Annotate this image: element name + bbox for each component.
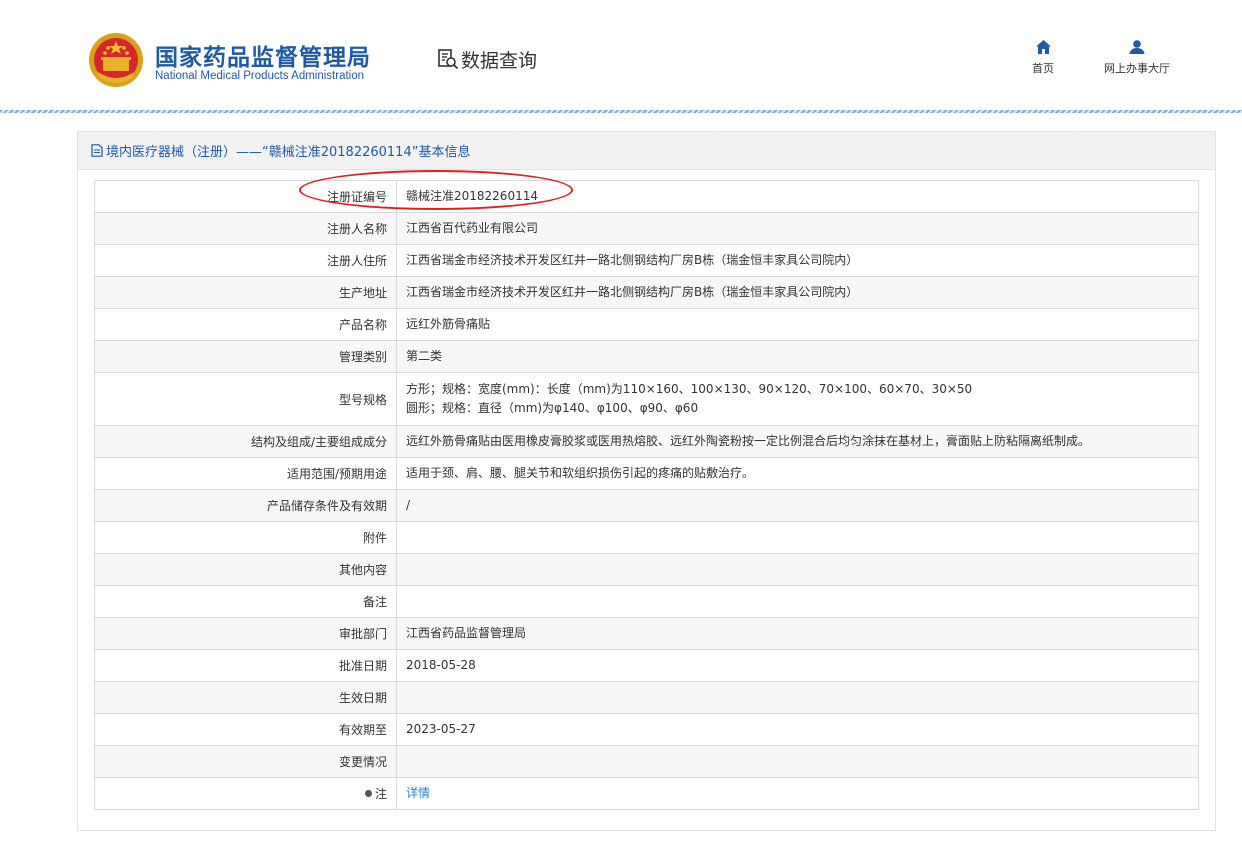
- field-value: 详情: [396, 777, 1199, 810]
- table-row: 结构及组成/主要组成成分 远红外筋骨痛贴由医用橡皮膏胶浆或医用热熔胶、远红外陶瓷粉…: [94, 425, 1199, 458]
- table-row: 生效日期: [94, 681, 1199, 714]
- field-label: 批准日期: [94, 649, 397, 682]
- nav-online-service-hall[interactable]: 网上办事大厅: [1094, 40, 1180, 76]
- field-label: 有效期至: [94, 713, 397, 746]
- panel-title-bar: 境内医疗器械（注册）——“赣械注准20182260114”基本信息: [78, 132, 1215, 170]
- note-field-label: 注: [94, 777, 397, 810]
- field-value: 江西省百代药业有限公司: [396, 212, 1199, 245]
- field-value: 江西省瑞金市经济技术开发区红井一路北侧钢结构厂房B栋（瑞金恒丰家具公司院内）: [396, 244, 1199, 277]
- field-label: 变更情况: [94, 745, 397, 778]
- user-icon: [1129, 40, 1145, 54]
- field-label: 型号规格: [94, 372, 397, 426]
- field-value-line: 方形；规格：宽度(mm)：长度（mm)为110×160、100×130、90×1…: [406, 382, 973, 396]
- header-divider: [0, 110, 1242, 113]
- data-query-title: 数据查询: [437, 44, 537, 74]
- table-row: 适用范围/预期用途 适用于颈、肩、腰、腿关节和软组织损伤引起的疼痛的贴敷治疗。: [94, 457, 1199, 490]
- field-label: 生产地址: [94, 276, 397, 309]
- field-label: 注册证编号: [94, 180, 397, 213]
- field-label: 审批部门: [94, 617, 397, 650]
- table-row: 注册证编号 赣械注准20182260114: [94, 180, 1199, 213]
- nav-home[interactable]: 首页: [1028, 40, 1058, 76]
- table-row: 备注: [94, 585, 1199, 618]
- table-row: 注册人住所 江西省瑞金市经济技术开发区红井一路北侧钢结构厂房B栋（瑞金恒丰家具公司…: [94, 244, 1199, 277]
- table-row: 注 详情: [94, 777, 1199, 810]
- field-value: /: [396, 489, 1199, 522]
- field-value: 方形；规格：宽度(mm)：长度（mm)为110×160、100×130、90×1…: [396, 372, 1199, 426]
- table-row: 变更情况: [94, 745, 1199, 778]
- document-search-icon: [438, 49, 459, 70]
- table-row: 注册人名称 江西省百代药业有限公司: [94, 212, 1199, 245]
- table-row: 产品储存条件及有效期 /: [94, 489, 1199, 522]
- field-value: [396, 585, 1199, 618]
- field-label: 适用范围/预期用途: [94, 457, 397, 490]
- table-row: 产品名称 远红外筋骨痛贴: [94, 308, 1199, 341]
- field-value: 2023-05-27: [396, 713, 1199, 746]
- field-value: 远红外筋骨痛贴由医用橡皮膏胶浆或医用热熔胶、远红外陶瓷粉按一定比例混合后均匀涂抹…: [396, 425, 1199, 458]
- field-value: 赣械注准20182260114: [396, 180, 1199, 213]
- document-icon: [91, 144, 103, 157]
- home-icon: [1035, 40, 1051, 54]
- nav-online-service-hall-label: 网上办事大厅: [1104, 62, 1170, 75]
- registration-info-table: 注册证编号 赣械注准20182260114 注册人名称 江西省百代药业有限公司 注册…: [94, 180, 1199, 810]
- table-row: 有效期至 2023-05-27: [94, 713, 1199, 746]
- field-value: 2018-05-28: [396, 649, 1199, 682]
- field-label: 其他内容: [94, 553, 397, 586]
- field-value: [396, 745, 1199, 778]
- agency-name-cn: 国家药品监督管理局: [155, 45, 371, 71]
- table-row: 审批部门 江西省药品监督管理局: [94, 617, 1199, 650]
- table-row: 生产地址 江西省瑞金市经济技术开发区红井一路北侧钢结构厂房B栋（瑞金恒丰家具公司院…: [94, 276, 1199, 309]
- details-link[interactable]: 详情: [406, 786, 430, 800]
- table-row: 管理类别 第二类: [94, 340, 1199, 373]
- table-row: 批准日期 2018-05-28: [94, 649, 1199, 682]
- field-value: 江西省药品监督管理局: [396, 617, 1199, 650]
- field-label: 产品名称: [94, 308, 397, 341]
- site-header: 国家药品监督管理局 National Medical Products Admi…: [0, 0, 1242, 113]
- field-value: 江西省瑞金市经济技术开发区红井一路北侧钢结构厂房B栋（瑞金恒丰家具公司院内）: [396, 276, 1199, 309]
- panel-title: 境内医疗器械（注册）——“赣械注准20182260114”基本信息: [106, 145, 471, 160]
- field-value: 远红外筋骨痛贴: [396, 308, 1199, 341]
- national-emblem-icon: [89, 33, 143, 87]
- field-label: 注册人住所: [94, 244, 397, 277]
- field-value: [396, 681, 1199, 714]
- field-label: 生效日期: [94, 681, 397, 714]
- field-label: 产品储存条件及有效期: [94, 489, 397, 522]
- table-row: 附件: [94, 521, 1199, 554]
- note-label: 注: [374, 787, 387, 801]
- field-label: 管理类别: [94, 340, 397, 373]
- field-label: 结构及组成/主要组成成分: [94, 425, 397, 458]
- field-value: [396, 553, 1199, 586]
- basic-info-panel: 境内医疗器械（注册）——“赣械注准20182260114”基本信息 注册证编号赣…: [77, 131, 1216, 831]
- field-value-line: 圆形；规格：直径（mm)为φ140、φ100、φ90、φ60: [406, 401, 699, 415]
- field-label: 注册人名称: [94, 212, 397, 245]
- data-query-label: 数据查询: [461, 49, 538, 72]
- table-row: 型号规格 方形；规格：宽度(mm)：长度（mm)为110×160、100×130、…: [94, 372, 1199, 426]
- agency-name-en: National Medical Products Administration: [155, 70, 365, 82]
- field-value: 适用于颈、肩、腰、腿关节和软组织损伤引起的疼痛的贴敷治疗。: [396, 457, 1199, 490]
- field-label: 附件: [94, 521, 397, 554]
- table-row: 其他内容: [94, 553, 1199, 586]
- field-value: 第二类: [396, 340, 1199, 373]
- field-value: [396, 521, 1199, 554]
- pin-icon: [364, 790, 372, 797]
- field-label: 备注: [94, 585, 397, 618]
- nav-home-label: 首页: [1032, 62, 1054, 75]
